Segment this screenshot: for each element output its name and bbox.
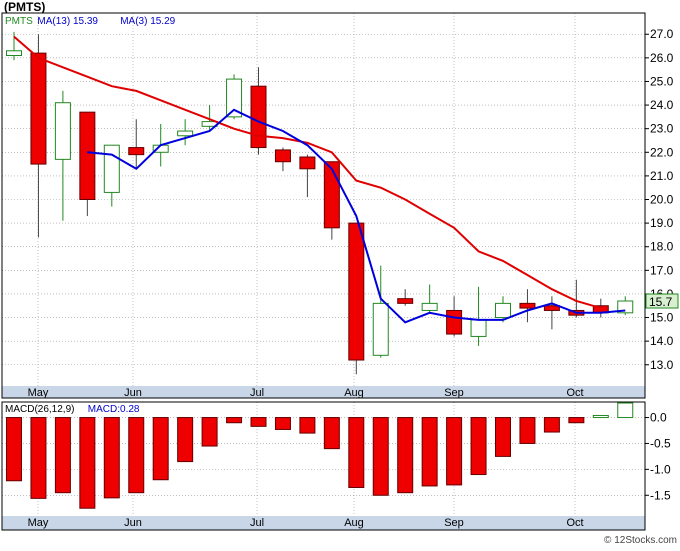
macd-bar	[54, 417, 71, 494]
macd-bar	[299, 417, 316, 434]
macd-x-tick-label: Sep	[444, 517, 464, 529]
stock-chart: May Jun Jul Aug Sep Oct 27.0 26.0 25.0 24.0 23.0 2…	[0, 0, 680, 546]
price-x-tick-label: Aug	[344, 387, 364, 399]
price-y-tick-label: 14.0	[650, 334, 674, 348]
candle-body	[6, 50, 22, 56]
macd-bar	[79, 417, 96, 509]
macd-y-tick-label: -1.0	[650, 462, 671, 476]
macd-legend: MACD(26,12,9) MACD:0.28	[5, 404, 140, 415]
candle-body	[226, 78, 243, 118]
candle-body	[519, 302, 536, 309]
macd-bar	[6, 417, 22, 482]
price-x-tick-label: Sep	[444, 387, 464, 399]
macd-bar	[519, 417, 536, 444]
price-legend: PMTS MA(13) 15.39 MA(3) 15.29	[5, 16, 176, 27]
price-y-tick-label: 15.0	[650, 311, 674, 325]
price-y-tick-label: 18.0	[650, 240, 674, 254]
price-y-tick-label: 25.0	[650, 74, 674, 88]
macd-bar	[372, 417, 389, 496]
macd-legend-item: MACD:0.28	[88, 404, 140, 415]
price-y-axis-labels: 27.0 26.0 25.0 24.0 23.0 22.0 21.0 20.0 19.0 18.0…	[645, 27, 674, 372]
macd-bar	[568, 417, 585, 424]
price-y-tick-label: 19.0	[650, 216, 674, 230]
candle-body	[372, 302, 389, 356]
price-x-tick-label: Oct	[566, 387, 583, 399]
candle-body	[79, 111, 96, 200]
price-x-tick-label: May	[28, 387, 49, 399]
candle-body	[274, 149, 291, 163]
price-x-axis-band	[2, 386, 645, 398]
macd-bar	[397, 417, 414, 494]
macd-x-axis-band	[2, 516, 645, 530]
candle-body	[348, 222, 365, 361]
macd-bar	[543, 417, 560, 433]
macd-legend-item: MACD(26,12,9)	[5, 404, 74, 415]
candle-body	[421, 302, 438, 311]
price-y-tick-label: 22.0	[650, 145, 674, 159]
macd-bar	[30, 417, 47, 499]
macd-x-tick-label: Jul	[250, 517, 264, 529]
macd-x-tick-label: Aug	[344, 517, 364, 529]
price-x-tick-label: Jul	[250, 387, 264, 399]
candle-body	[177, 130, 194, 137]
macd-bar	[446, 417, 463, 486]
macd-bar	[201, 417, 218, 447]
candle-body	[323, 161, 340, 229]
candle-body	[446, 309, 463, 335]
macd-bar	[274, 417, 291, 430]
price-legend-item: MA(3) 15.29	[120, 16, 175, 27]
price-legend-item: PMTS	[5, 16, 33, 27]
price-y-tick-label: 20.0	[650, 193, 674, 207]
price-y-tick-label: 21.0	[650, 169, 674, 183]
candle-body	[397, 298, 414, 304]
candle-body	[30, 52, 47, 165]
macd-x-tick-label: May	[28, 517, 49, 529]
macd-bar	[152, 417, 169, 481]
macd-y-tick-label: -1.5	[650, 488, 671, 502]
macd-bar	[421, 417, 438, 487]
macd-bar	[226, 417, 243, 424]
candle-body	[128, 147, 145, 156]
ticker-title: (PMTS)	[4, 0, 45, 14]
macd-bar	[177, 417, 194, 463]
price-y-tick-label: 13.0	[650, 358, 674, 372]
macd-y-tick-label: -0.5	[650, 436, 671, 450]
macd-bar	[470, 417, 487, 476]
candle-body	[299, 156, 316, 170]
macd-bar	[323, 417, 340, 450]
candle-body	[470, 319, 487, 337]
macd-bar	[495, 417, 511, 457]
candle-body	[495, 302, 511, 319]
candle-body	[103, 144, 120, 193]
watermark: © 12Stocks.com	[604, 535, 677, 546]
price-x-tick-label: Jun	[124, 387, 142, 399]
macd-bar	[103, 417, 120, 499]
last-price-label: 15.7	[649, 295, 673, 309]
macd-x-tick-label: Oct	[566, 517, 583, 529]
price-y-tick-label: 26.0	[650, 51, 674, 65]
macd-bar	[348, 417, 365, 488]
price-y-tick-label: 23.0	[650, 122, 674, 136]
candle-body	[250, 85, 267, 149]
macd-bar	[128, 417, 145, 494]
candle-body	[54, 102, 71, 160]
price-y-tick-label: 24.0	[650, 98, 674, 112]
macd-bar	[250, 417, 267, 427]
macd-bar	[617, 402, 634, 419]
price-legend-item: MA(13) 15.39	[37, 16, 98, 27]
chart-canvas: May Jun Jul Aug Sep Oct 27.026.025.024.023.02…	[0, 0, 680, 546]
price-y-tick-label: 27.0	[650, 27, 674, 41]
macd-y-tick-label: 0.0	[650, 411, 667, 425]
price-y-tick-label: 17.0	[650, 263, 674, 277]
macd-bar	[592, 414, 609, 419]
macd-x-tick-label: Jun	[124, 517, 142, 529]
